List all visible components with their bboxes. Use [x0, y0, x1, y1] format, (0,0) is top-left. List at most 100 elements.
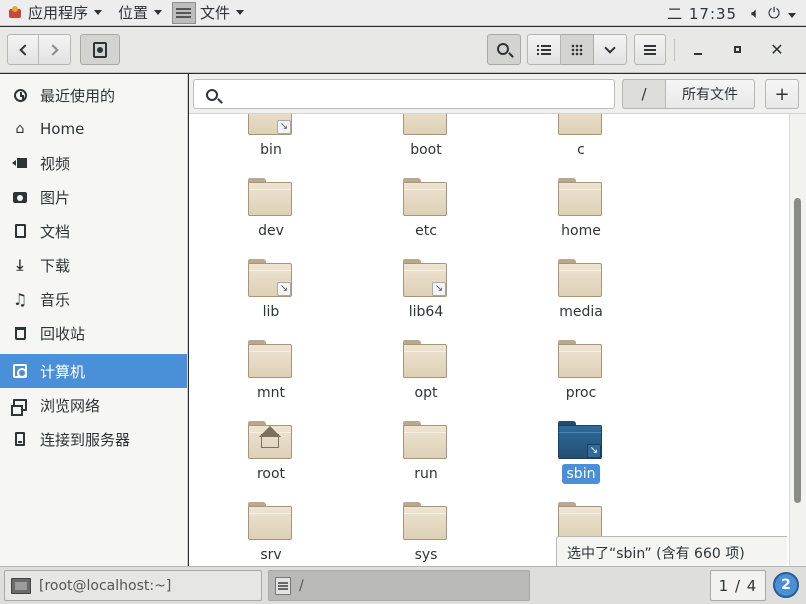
chevron-left-icon [18, 43, 31, 56]
folder-item[interactable]: ↘ lib [216, 244, 326, 325]
search-bar: / 所有文件 + [189, 74, 806, 114]
app-menu[interactable]: 文件 [170, 0, 252, 26]
sidebar-item-home[interactable]: ⌂ Home [0, 112, 187, 146]
terminal-icon [11, 577, 31, 594]
folder-icon: ↘ [248, 114, 292, 135]
folder-item[interactable]: mnt [216, 325, 326, 406]
view-options-button[interactable] [594, 34, 627, 65]
folder-item[interactable]: media [526, 244, 636, 325]
taskbar-item-label: / [299, 577, 304, 594]
menu-button[interactable] [634, 34, 666, 65]
sidebar-item-videos[interactable]: 视频 [0, 146, 187, 180]
folder-item[interactable]: sys [371, 487, 481, 566]
taskbar-terminal-window[interactable]: [root@localhost:~] [4, 570, 262, 601]
chevron-down-icon [236, 10, 245, 15]
folder-icon [248, 502, 292, 540]
folder-name: boot [410, 142, 442, 158]
folder-icon [558, 114, 602, 135]
applications-logo-icon [8, 5, 22, 20]
places-menu-label: 位置 [118, 4, 149, 22]
folder-item[interactable]: etc [371, 163, 481, 244]
sidebar-item-documents[interactable]: 文档 [0, 214, 187, 248]
symlink-emblem-icon: ↘ [587, 444, 601, 458]
scrollbar-thumb[interactable] [794, 198, 801, 503]
folder-name: lib [262, 304, 280, 320]
folder-item[interactable]: ↘ sbin [526, 406, 636, 487]
forward-button[interactable] [39, 34, 71, 65]
folder-name: root [256, 466, 286, 482]
search-input[interactable] [193, 79, 615, 109]
chevron-down-icon [154, 10, 163, 15]
clock[interactable]: 二 17:35 [657, 3, 747, 24]
folder-item[interactable]: opt [371, 325, 481, 406]
list-view-button[interactable] [527, 34, 561, 65]
folder-name: opt [414, 385, 438, 401]
folder-name: etc [415, 223, 437, 239]
maximize-icon [733, 46, 741, 53]
chevron-down-icon[interactable] [784, 4, 806, 22]
sidebar-item-recent[interactable]: 最近使用的 [0, 78, 187, 112]
folder-name: run [414, 466, 438, 482]
volume-icon[interactable]: 🔈︎ [747, 4, 764, 22]
workspace-switcher[interactable]: 1 / 4 [710, 570, 766, 601]
folder-name: proc [565, 385, 597, 401]
applications-menu-label: 应用程序 [28, 4, 89, 22]
applications-menu[interactable]: 应用程序 [0, 0, 110, 26]
trash-icon [12, 325, 28, 341]
sidebar-item-label: 音乐 [40, 290, 71, 309]
location-toggle-button[interactable] [80, 34, 120, 65]
notification-badge[interactable]: 2 [773, 572, 799, 598]
search-button[interactable] [487, 34, 521, 65]
places-menu[interactable]: 位置 [110, 0, 170, 26]
window-header-bar: ✕ [0, 27, 806, 73]
sidebar-item-pictures[interactable]: 图片 [0, 180, 187, 214]
vertical-scrollbar[interactable] [789, 114, 806, 566]
folder-item[interactable]: dev [216, 163, 326, 244]
folder-item[interactable]: ↘ lib64 [371, 244, 481, 325]
folder-item[interactable]: srv [216, 487, 326, 566]
hamburger-menu-icon [644, 48, 656, 51]
folder-item[interactable]: home [526, 163, 636, 244]
sidebar-item-label: 最近使用的 [40, 86, 116, 105]
folder-name: bin [260, 142, 282, 158]
folder-item[interactable]: ↘ bin [216, 114, 326, 163]
folder-icon [403, 178, 447, 216]
taskbar-files-window[interactable]: / [268, 570, 530, 601]
taskbar-item-label: [root@localhost:~] [39, 577, 172, 594]
back-button[interactable] [7, 34, 39, 65]
folder-name: mnt [257, 385, 285, 401]
path-crumb-root[interactable]: / [622, 79, 666, 109]
computer-icon [12, 363, 28, 379]
music-icon: ♫ [12, 289, 28, 309]
folder-item[interactable]: boot [371, 114, 481, 163]
chevron-down-icon [604, 41, 616, 54]
sidebar-item-network[interactable]: 浏览网络 [0, 388, 187, 422]
folder-item[interactable]: c [526, 114, 636, 163]
folder-icon [248, 178, 292, 216]
download-icon: ⤓ [16, 256, 24, 274]
video-icon [12, 155, 28, 171]
grid-view-button[interactable] [561, 34, 594, 65]
search-icon [206, 89, 218, 101]
folder-icon: ↘ [558, 421, 602, 459]
folder-item[interactable]: proc [526, 325, 636, 406]
sidebar-item-trash[interactable]: 回收站 [0, 316, 187, 350]
sidebar-item-computer[interactable]: 计算机 [0, 354, 187, 388]
folder-item[interactable]: root [216, 406, 326, 487]
power-icon[interactable]: ⏻ [764, 4, 784, 22]
file-type-filter-button[interactable]: 所有文件 [666, 79, 755, 109]
add-search-criteria-button[interactable]: + [765, 79, 799, 109]
maximize-button[interactable] [721, 34, 753, 65]
folder-icon [403, 421, 447, 459]
folder-icon [558, 502, 602, 540]
sidebar-item-downloads[interactable]: ⤓ 下载 [0, 248, 187, 282]
folder-item[interactable]: run [371, 406, 481, 487]
home-icon [261, 434, 279, 448]
symlink-emblem-icon: ↘ [432, 282, 446, 296]
file-view: / 所有文件 + ↘ bin boot c dev etc home ↘ lib ↘ lib64 me… [189, 74, 806, 566]
sidebar-item-music[interactable]: ♫ 音乐 [0, 282, 187, 316]
close-button[interactable]: ✕ [760, 34, 794, 65]
minimize-button[interactable] [682, 34, 714, 65]
sidebar-item-connect-server[interactable]: 连接到服务器 [0, 422, 187, 456]
folder-name: dev [258, 223, 284, 239]
